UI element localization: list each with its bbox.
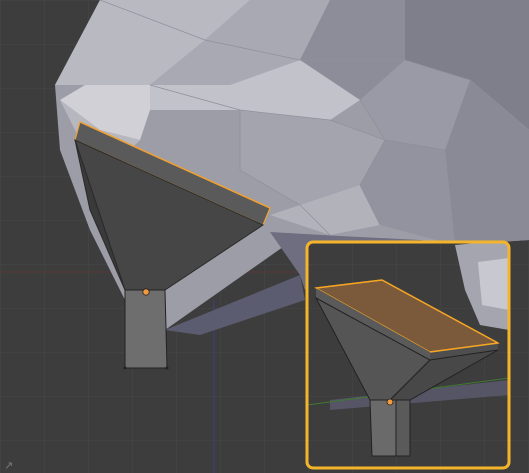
corner-widget-icon[interactable]: ↗ xyxy=(4,460,13,471)
3d-viewport[interactable] xyxy=(0,0,529,473)
origin-dot[interactable] xyxy=(142,288,150,296)
viewport-canvas[interactable] xyxy=(0,0,529,473)
vertex-dot xyxy=(165,366,169,370)
vertex-dot xyxy=(123,366,127,370)
inset-zoom-view xyxy=(305,240,511,470)
